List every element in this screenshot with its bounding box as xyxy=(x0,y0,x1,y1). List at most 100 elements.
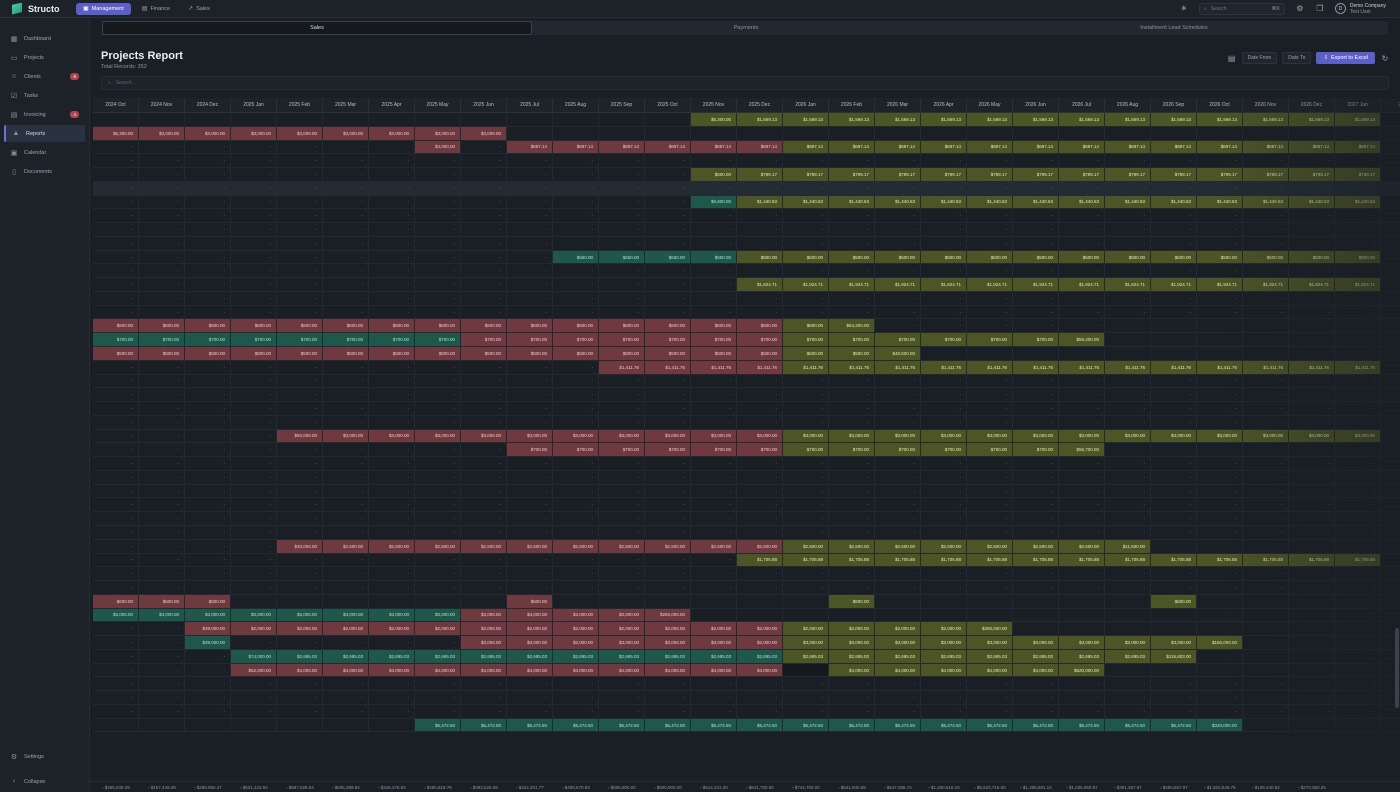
column-header[interactable]: 2026 Aug xyxy=(1105,98,1151,112)
collapse-button[interactable]: ‹ Collapse xyxy=(4,773,86,790)
table-row[interactable]: - - - - $40,000.00 $2,500.00 $2,500.00 $2,500.0… xyxy=(93,539,1400,554)
table-row[interactable]: ---------------------------- xyxy=(93,457,1400,471)
column-header[interactable]: 2026 Dec xyxy=(1289,98,1335,112)
date-from-input[interactable]: Date From xyxy=(1241,52,1278,64)
column-header[interactable]: 2024 Nov xyxy=(139,98,185,112)
column-header[interactable]: 2025 Aug xyxy=(553,98,599,112)
column-header[interactable]: 2026 Nov xyxy=(1243,98,1289,112)
table-row[interactable]: ---------------------------- xyxy=(93,691,1400,705)
column-header[interactable]: 2026 Jul xyxy=(1059,98,1105,112)
sidebar-item-documents[interactable]: ▯ Documents xyxy=(4,163,85,180)
column-header[interactable]: 2024 Dec xyxy=(185,98,231,112)
table-row[interactable]: ---------------------------- xyxy=(93,291,1400,306)
tab-sales[interactable]: Sales xyxy=(102,21,532,35)
column-header[interactable]: 2025 Jun xyxy=(461,98,507,112)
table-row[interactable]: $500.00 $500.00 $500.00 $500.00 $500.00 $500.… xyxy=(93,347,1400,361)
nav-tab-sales[interactable]: ↗ Sales xyxy=(181,3,217,15)
column-header[interactable]: 2025 May xyxy=(415,98,461,112)
column-header[interactable]: 2025 Jan xyxy=(231,98,277,112)
column-header[interactable]: 2025 Apr xyxy=(369,98,415,112)
table-search-input[interactable]: ⌕ Search... xyxy=(101,76,1389,90)
table-row[interactable]: ---------------------------- xyxy=(93,402,1400,416)
table-row[interactable]: - - - - - - - - - $700.00 $700.00 $700.00 $700.00 $70… xyxy=(93,443,1400,458)
table-row[interactable]: $3,000.00 $3,000.00 $3,000.00 $3,000.00 $3,0… xyxy=(93,608,1400,623)
table-row[interactable]: ---------------------------- xyxy=(93,567,1400,582)
sidebar-item-projects[interactable]: ▭ Projects xyxy=(4,49,85,66)
user-menu[interactable]: D Demo Company Test User xyxy=(1334,3,1386,15)
table-row[interactable]: ---------------------------- xyxy=(93,498,1400,513)
table-row[interactable]: ---------------------------- xyxy=(93,209,1400,224)
table-row[interactable]: ---------------------------- xyxy=(93,525,1400,540)
table-row[interactable]: ---------------------------- xyxy=(93,512,1400,526)
table-row[interactable]: - - $39,000.00- - - - - $3,000.00 $3,000.00 $3,00… xyxy=(93,636,1400,650)
table-row[interactable]: - - - - - - - - - - - - - - $1,924.71 $1,924.71 $1,924.7… xyxy=(93,278,1400,292)
table-row[interactable]: ---------------------------- xyxy=(93,388,1400,403)
refresh-icon[interactable]: ↻ xyxy=(1380,53,1390,63)
column-header[interactable]: 2026 Sep xyxy=(1151,98,1197,112)
table-row[interactable]: - - - $74,000.00 $2,695.03 $2,695.03 $2,695.03… xyxy=(93,649,1400,664)
table-row[interactable]: - - - $52,000.00 $4,000.00 $4,000.00 $4,000.00… xyxy=(93,663,1400,678)
table-row[interactable]: $5,300.00 $3,000.00 $3,000.00 $3,000.00 $3,0… xyxy=(93,126,1400,141)
sidebar-item-invoicing[interactable]: ▤ Invoicing 4 xyxy=(4,106,85,123)
table-row[interactable]: ---------------------------- xyxy=(93,374,1400,389)
column-settings-icon[interactable]: ▤ xyxy=(1227,53,1237,63)
sidebar-item-calendar[interactable]: ▣ Calendar xyxy=(4,144,85,161)
column-header[interactable]: 2025 Mar xyxy=(323,98,369,112)
nav-tab-finance[interactable]: ▤ Finance xyxy=(135,3,177,15)
column-header[interactable]: 2027 Jan xyxy=(1335,98,1381,112)
table-row[interactable]: $700.00 $700.00 $700.00 $700.00 $700.00 $700.… xyxy=(93,333,1400,348)
settings-icon[interactable]: ⚙ xyxy=(1295,4,1305,14)
tab-payments[interactable]: Payments xyxy=(532,21,960,35)
column-header[interactable]: 2024 Oct xyxy=(93,98,139,112)
nav-tab-management[interactable]: ▣ Management xyxy=(76,2,131,15)
global-search-input[interactable]: ⌕ Search ⌘K xyxy=(1198,2,1285,15)
table-row[interactable]: - - - - $50,000.00 $3,000.00 $3,000.00 $3,000.0… xyxy=(93,429,1400,444)
column-header[interactable]: 2026 Mar xyxy=(875,98,921,112)
export-to-excel-button[interactable]: ⇩ Export to Excel xyxy=(1316,52,1375,64)
column-header[interactable]: 2026 Feb xyxy=(829,98,875,112)
table-row[interactable]: ---------------------------- xyxy=(93,236,1400,251)
sidebar-item-settings[interactable]: ⚙ Settings xyxy=(4,748,86,765)
table-row[interactable]: ---------------------------- xyxy=(93,223,1400,237)
table-row[interactable]: ---------------------------- xyxy=(93,154,1400,169)
table-row[interactable]: ---------------------------- xyxy=(93,484,1400,499)
table-row[interactable]: ---------------------------- xyxy=(93,305,1400,320)
table-row[interactable]: ---------------------------- xyxy=(93,677,1400,692)
table-row[interactable]: ---------------------------- xyxy=(93,704,1400,719)
table-row[interactable]: $600.00 $600.00 $600.00 $600.00 $600.00 $600.… xyxy=(93,319,1400,334)
table-row[interactable]: $600.00 $600.00 $600.00 $600.00 $600.00 $600.… xyxy=(93,594,1400,609)
table-row[interactable]: - - - - - - - $4,000.00- $687.14 $687.14 $687.14 $6… xyxy=(93,140,1400,155)
table-row[interactable]: - - - - - - - - - - - - - $500.00 $799.17 $799.17 $799.1… xyxy=(93,168,1400,182)
app-logo[interactable]: Structo xyxy=(0,2,76,15)
column-header[interactable]: 2026 Oct xyxy=(1197,98,1243,112)
table-row[interactable]: ---------------------------- xyxy=(93,581,1400,595)
table-row[interactable]: $6,472.50 $6,472.50 $6,472.50 $6,472.50 $6,4… xyxy=(93,718,1400,733)
column-header[interactable]: 2025 Jul xyxy=(507,98,553,112)
table-row[interactable]: - - - - - - - - - - - - - $6,800.00 $1,440.63 $1,440.63… xyxy=(93,195,1400,210)
date-to-input[interactable]: Date To xyxy=(1282,52,1312,64)
chat-icon[interactable]: ❐ xyxy=(1315,4,1325,14)
sidebar-item-clients[interactable]: ☺ Clients 6 xyxy=(4,68,85,85)
column-header[interactable]: 2025 Sep xyxy=(599,98,645,112)
table-row[interactable]: - - - - - - - - - - - $1,411.76 $1,411.76 $1,411.76 $1… xyxy=(93,360,1400,375)
table-row[interactable]: $5,300.00 $1,569.13 $1,569.13 $1,569.13 $1,5… xyxy=(93,113,1400,127)
sidebar-item-tasks[interactable]: ☑ Tasks xyxy=(4,87,85,104)
column-header[interactable]: 2026 May xyxy=(967,98,1013,112)
column-header[interactable]: 2025 Nov xyxy=(691,98,737,112)
theme-toggle-icon[interactable]: ☀ xyxy=(1179,4,1189,14)
sidebar-item-dashboard[interactable]: ▦ Dashboard xyxy=(4,30,85,47)
column-header[interactable]: 2025 Dec xyxy=(737,98,783,112)
table-row[interactable]: - - - - - - - - - - - - - - $1,705.88 $1,705.88 $1,705.8… xyxy=(93,553,1400,568)
table-row[interactable]: - - $39,000.00 $2,000.00 $2,000.00 $2,000.00 $… xyxy=(93,622,1400,637)
column-header[interactable]: 2027 xyxy=(1381,98,1400,112)
tab-installment-lead-schedules[interactable]: Installment Lead Schedules xyxy=(960,21,1388,35)
column-header[interactable]: 2025 Feb xyxy=(277,98,323,112)
table-row[interactable]: - - - - - - - - - - $650.00 $650.00 $650.00 $650.00 $5… xyxy=(93,250,1400,265)
column-header[interactable]: 2025 Oct xyxy=(645,98,691,112)
sidebar-item-reports[interactable]: ▲ Reports xyxy=(4,125,85,142)
table-row[interactable]: ---------------------------- xyxy=(93,470,1400,485)
vertical-scrollbar[interactable] xyxy=(1395,628,1399,708)
column-header[interactable]: 2026 Jan xyxy=(783,98,829,112)
column-header[interactable]: 2026 Apr xyxy=(921,98,967,112)
column-header[interactable]: 2026 Jun xyxy=(1013,98,1059,112)
